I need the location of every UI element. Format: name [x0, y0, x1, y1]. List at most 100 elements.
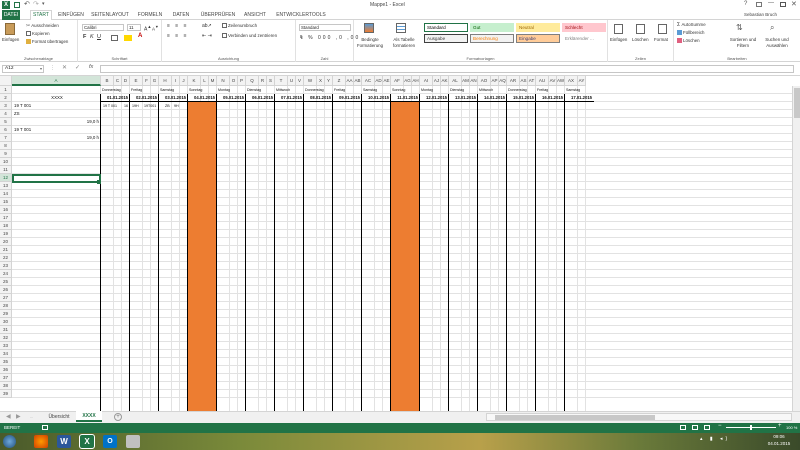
- add-sheet-button[interactable]: +: [114, 413, 122, 421]
- column-header-aw[interactable]: AW: [557, 76, 565, 86]
- windows-explorer-icon[interactable]: [126, 435, 140, 448]
- row-header-29[interactable]: 29: [0, 310, 12, 318]
- row-header-22[interactable]: 22: [0, 254, 12, 262]
- day-weekday[interactable]: Donnerstag: [508, 86, 527, 94]
- column-header-ap[interactable]: AP: [491, 76, 499, 86]
- column-header-s[interactable]: S: [267, 76, 275, 86]
- sort-filter-icon[interactable]: ⇅: [736, 23, 746, 33]
- prev-sheet-icon[interactable]: ◀: [6, 413, 11, 420]
- column-header-f[interactable]: F: [143, 76, 151, 86]
- name-box-dropdown-icon[interactable]: ▾: [40, 66, 42, 71]
- column-header-ad[interactable]: AD: [375, 76, 383, 86]
- excel-taskbar-icon[interactable]: X: [79, 434, 95, 449]
- day-weekday[interactable]: Donnerstag: [102, 86, 121, 94]
- tab-einfuegen[interactable]: EINFÜGEN: [58, 11, 84, 20]
- column-header-z[interactable]: Z: [333, 76, 346, 86]
- row-header-14[interactable]: 14: [0, 190, 12, 198]
- day-weekday[interactable]: Mittwoch: [276, 86, 290, 94]
- column-header-j[interactable]: J: [180, 76, 188, 86]
- cell-f3[interactable]: ZB: [165, 102, 170, 110]
- cell-style-1[interactable]: Gut: [470, 23, 514, 32]
- cell-c3[interactable]: 16: [124, 102, 128, 110]
- row-header-18[interactable]: 18: [0, 222, 12, 230]
- tab-daten[interactable]: DATEN: [170, 11, 192, 20]
- next-sheet-icon[interactable]: ▶: [16, 413, 21, 420]
- column-header-ah[interactable]: AH: [412, 76, 420, 86]
- column-header-af[interactable]: AF: [391, 76, 404, 86]
- row-header-34[interactable]: 34: [0, 350, 12, 358]
- underline-button[interactable]: U: [97, 34, 101, 40]
- maximize-button[interactable]: [780, 2, 786, 7]
- vertical-align-buttons[interactable]: ≡ ≡ ≡: [167, 23, 189, 29]
- column-header-w[interactable]: W: [304, 76, 317, 86]
- row-header-11[interactable]: 11: [0, 166, 12, 174]
- word-icon[interactable]: W: [57, 435, 71, 448]
- clock-date[interactable]: 04.01.2015: [762, 441, 796, 446]
- column-header-l[interactable]: L: [201, 76, 209, 86]
- row-header-32[interactable]: 32: [0, 334, 12, 342]
- copy-button[interactable]: Kopieren: [26, 31, 50, 37]
- font-name-select[interactable]: Calibri: [82, 24, 124, 31]
- number-format-buttons[interactable]: ₠ % 000 ,0 ,00: [300, 35, 360, 41]
- tab-formeln[interactable]: FORMELN: [137, 11, 163, 20]
- cell-e3[interactable]: 19T001: [144, 102, 156, 110]
- row-header-36[interactable]: 36: [0, 366, 12, 374]
- ribbon-display-icon[interactable]: [756, 2, 762, 7]
- day-weekday[interactable]: Sonntag: [392, 86, 405, 94]
- column-header-p[interactable]: P: [238, 76, 246, 86]
- column-header-as[interactable]: AS: [520, 76, 528, 86]
- cell-a6[interactable]: 19 T 001: [14, 126, 31, 134]
- close-button[interactable]: ✕: [791, 0, 797, 8]
- orientation-button[interactable]: ab↗: [202, 23, 212, 29]
- cell-style-5[interactable]: Berechnung: [470, 34, 514, 43]
- horizontal-scrollbar[interactable]: [486, 413, 792, 421]
- tab-entwicklertools[interactable]: ENTWICKLERTOOLS: [275, 11, 327, 20]
- font-color-icon[interactable]: A: [138, 33, 142, 39]
- tab-datei[interactable]: DATEI: [2, 10, 20, 20]
- row-header-20[interactable]: 20: [0, 238, 12, 246]
- page-break-view-icon[interactable]: [704, 425, 710, 430]
- column-header-aq[interactable]: AQ: [499, 76, 507, 86]
- fill-button[interactable]: Füllbereich: [677, 30, 704, 36]
- row-header-21[interactable]: 21: [0, 246, 12, 254]
- confirm-entry-icon[interactable]: ✓: [75, 64, 80, 71]
- horizontal-align-buttons[interactable]: ≡ ≡ ≡: [167, 33, 189, 39]
- column-header-at[interactable]: AT: [528, 76, 536, 86]
- cell-a1[interactable]: XXXX: [13, 94, 101, 102]
- start-button-icon[interactable]: [3, 435, 16, 448]
- cell-a3[interactable]: 19 T 001: [14, 102, 31, 110]
- user-name[interactable]: Sebastian Bruch: [744, 12, 777, 17]
- column-header-x[interactable]: X: [317, 76, 325, 86]
- cell-style-0[interactable]: Standard: [424, 23, 468, 32]
- number-format-select[interactable]: Standard: [299, 24, 351, 31]
- page-layout-view-icon[interactable]: [692, 425, 698, 430]
- day-weekday[interactable]: Samstag: [566, 86, 580, 94]
- cell-a7[interactable]: 19,0 h: [13, 134, 99, 142]
- normal-view-icon[interactable]: [680, 425, 686, 430]
- day-weekday[interactable]: Freitag: [131, 86, 142, 94]
- column-header-an[interactable]: AN: [470, 76, 478, 86]
- row-header-31[interactable]: 31: [0, 326, 12, 334]
- column-header-am[interactable]: AM: [462, 76, 470, 86]
- merge-center-button[interactable]: Verbinden und zentrieren: [222, 33, 277, 39]
- insert-cells-button[interactable]: Einfügen: [610, 37, 627, 43]
- bold-button[interactable]: F: [83, 34, 86, 40]
- sort-filter-button[interactable]: Sortieren und Filtern: [728, 37, 758, 49]
- tab-seitenlayout[interactable]: SEITENLAYOUT: [91, 11, 129, 20]
- row-header-33[interactable]: 33: [0, 342, 12, 350]
- formula-input[interactable]: [100, 65, 794, 73]
- sheet-scroll-more[interactable]: ...: [30, 414, 33, 419]
- day-weekday[interactable]: Sonntag: [189, 86, 202, 94]
- day-weekday[interactable]: Dienstag: [247, 86, 261, 94]
- indent-buttons[interactable]: ⇤ ⇥: [202, 33, 212, 39]
- row-header-10[interactable]: 10: [0, 158, 12, 166]
- conditional-format-button[interactable]: Bedingte Formatierung: [356, 37, 384, 49]
- cut-button[interactable]: ✂Ausschneiden: [26, 23, 59, 29]
- format-cells-button[interactable]: Format: [654, 37, 668, 43]
- vertical-scroll-thumb[interactable]: [794, 88, 800, 118]
- column-header-g[interactable]: G: [151, 76, 159, 86]
- paste-button[interactable]: Einfügen: [2, 37, 19, 43]
- paste-icon[interactable]: [5, 23, 15, 35]
- help-button[interactable]: ?: [744, 1, 747, 7]
- binoculars-icon[interactable]: ⌕: [770, 23, 780, 33]
